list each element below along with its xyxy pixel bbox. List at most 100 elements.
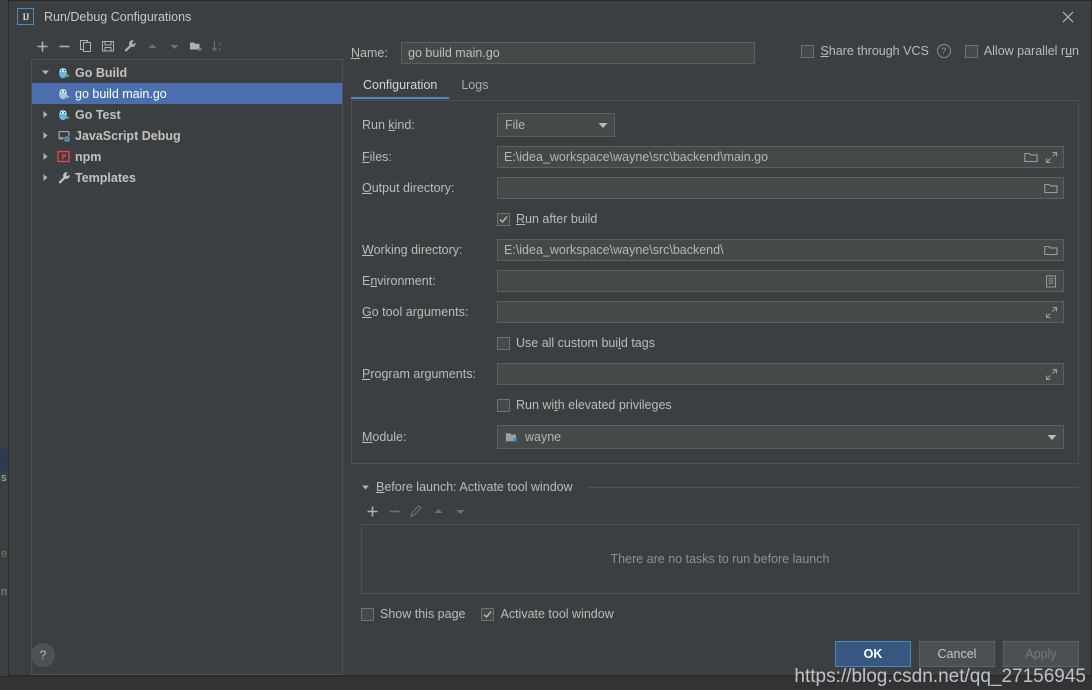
- checkbox-box: [964, 44, 978, 58]
- module-value: wayne: [525, 430, 562, 444]
- expand-icon[interactable]: [1043, 304, 1059, 320]
- use-all-custom-build-tags-checkbox[interactable]: Use all custom build tags: [497, 336, 655, 350]
- tree-item-label: Go Build: [75, 65, 128, 80]
- show-this-page-label: Show this page: [380, 607, 466, 621]
- folder-icon[interactable]: [1023, 149, 1039, 165]
- svg-text:z: z: [218, 47, 221, 53]
- chevron-down-icon[interactable]: [361, 483, 370, 492]
- arrow-up-icon[interactable]: [141, 35, 163, 57]
- tree-item-label: npm: [75, 149, 102, 164]
- run-kind-dropdown[interactable]: File: [497, 113, 615, 137]
- intellij-logo-icon: IJ: [17, 8, 34, 25]
- remove-icon[interactable]: [383, 500, 405, 522]
- tree-item-label: Templates: [75, 170, 136, 185]
- name-label: Name:: [351, 46, 388, 60]
- wrench-icon[interactable]: [119, 35, 141, 57]
- ok-button[interactable]: OK: [835, 641, 911, 667]
- chevron-right-icon[interactable]: [36, 131, 54, 140]
- edit-pencil-icon[interactable]: [405, 500, 427, 522]
- configurations-tree[interactable]: Go Build go build main.go Go Test JavaSc…: [31, 59, 343, 675]
- files-input[interactable]: E:\idea_workspace\wayne\src\backend\main…: [497, 146, 1064, 168]
- go-gopher-icon: [54, 108, 73, 122]
- expand-icon[interactable]: [1043, 366, 1059, 382]
- module-dropdown[interactable]: wayne: [497, 425, 1064, 449]
- go-tool-arguments-row: Go tool arguments:: [362, 301, 1064, 323]
- dialog-body: a z Go Build go build main.go Go Test Ja…: [9, 33, 1091, 675]
- add-icon[interactable]: [361, 500, 383, 522]
- environment-label: Environment:: [362, 274, 436, 288]
- go-gopher-icon: [54, 87, 73, 101]
- name-input-value: go build main.go: [408, 46, 500, 60]
- tree-item-go-build-main-go[interactable]: go build main.go: [32, 83, 342, 104]
- files-label: Files:: [362, 150, 392, 164]
- tree-item-label: Go Test: [75, 107, 121, 122]
- remove-icon[interactable]: [53, 35, 75, 57]
- run-debug-configurations-dialog: IJ Run/Debug Configurations a z Go Build…: [8, 0, 1092, 676]
- working-directory-label: Working directory:: [362, 243, 463, 257]
- run-with-elevated-privileges-label: Run with elevated privileges: [516, 398, 672, 412]
- help-button[interactable]: ?: [31, 643, 55, 667]
- tree-item-javascript-debug[interactable]: JavaScript Debug: [32, 125, 342, 146]
- use-all-custom-build-tags-row: Use all custom build tags: [362, 332, 1064, 354]
- configuration-form: Run kind: File Files: E:\idea_workspace\…: [351, 100, 1079, 464]
- use-all-custom-build-tags-label: Use all custom build tags: [516, 336, 655, 350]
- save-icon[interactable]: [97, 35, 119, 57]
- tree-item-go-build[interactable]: Go Build: [32, 62, 342, 83]
- program-arguments-label: Program arguments:: [362, 367, 476, 381]
- expand-icon[interactable]: [1043, 149, 1059, 165]
- arrow-down-icon[interactable]: [449, 500, 471, 522]
- copy-icon[interactable]: [75, 35, 97, 57]
- run-with-elevated-privileges-checkbox[interactable]: Run with elevated privileges: [497, 398, 672, 412]
- close-icon[interactable]: [1045, 1, 1091, 33]
- arrow-up-icon[interactable]: [427, 500, 449, 522]
- environment-input[interactable]: [497, 270, 1064, 292]
- tree-item-go-test[interactable]: Go Test: [32, 104, 342, 125]
- run-after-build-row: Run after build: [362, 208, 1064, 230]
- tree-item-npm[interactable]: npm: [32, 146, 342, 167]
- run-after-build-checkbox[interactable]: Run after build: [497, 212, 597, 226]
- activate-tool-window-checkbox[interactable]: Activate tool window: [481, 607, 614, 621]
- go-gopher-icon: [54, 66, 73, 80]
- chevron-right-icon[interactable]: [36, 110, 54, 119]
- working-directory-value: E:\idea_workspace\wayne\src\backend\: [504, 243, 724, 257]
- chevron-right-icon[interactable]: [36, 152, 54, 161]
- cancel-button[interactable]: Cancel: [919, 641, 995, 667]
- tree-item-label: go build main.go: [75, 86, 167, 101]
- show-this-page-checkbox[interactable]: Show this page: [361, 607, 465, 621]
- new-folder-icon[interactable]: [185, 35, 207, 57]
- wrench-icon: [54, 171, 73, 185]
- dialog-options: Share through VCS ? Allow parallel run: [801, 44, 1079, 58]
- run-kind-value: File: [505, 118, 526, 132]
- allow-parallel-run-checkbox[interactable]: Allow parallel run: [964, 44, 1079, 58]
- run-kind-label: Run kind:: [362, 118, 415, 132]
- tab-logs[interactable]: Logs: [449, 78, 500, 99]
- tree-item-templates[interactable]: Templates: [32, 167, 342, 188]
- module-label: Module:: [362, 430, 407, 444]
- list-icon[interactable]: [1043, 273, 1059, 289]
- checkbox-box: [497, 336, 510, 350]
- checkbox-box: [801, 44, 815, 58]
- apply-button[interactable]: Apply: [1003, 641, 1079, 667]
- share-through-vcs-checkbox[interactable]: Share through VCS: [801, 44, 929, 58]
- before-launch-task-list[interactable]: There are no tasks to run before launch: [361, 524, 1079, 594]
- program-arguments-input[interactable]: [497, 363, 1064, 385]
- folder-icon[interactable]: [1043, 180, 1059, 196]
- chevron-down-icon[interactable]: [36, 68, 54, 77]
- before-launch-title: Before launch: Activate tool window: [376, 480, 573, 494]
- name-input[interactable]: go build main.go: [401, 42, 755, 64]
- before-launch-header: Before launch: Activate tool window: [351, 480, 1079, 494]
- folder-icon[interactable]: [1043, 242, 1059, 258]
- add-icon[interactable]: [31, 35, 53, 57]
- arrow-down-icon[interactable]: [163, 35, 185, 57]
- help-icon[interactable]: ?: [936, 44, 951, 58]
- go-tool-arguments-input[interactable]: [497, 301, 1064, 323]
- configurations-tree-pane: a z Go Build go build main.go Go Test Ja…: [9, 33, 343, 675]
- environment-row: Environment:: [362, 270, 1064, 292]
- tab-configuration[interactable]: Configuration: [351, 78, 450, 99]
- allow-parallel-run-label: Allow parallel run: [983, 44, 1079, 58]
- sort-alphabetically-icon[interactable]: a z: [207, 35, 229, 57]
- npm-icon: [54, 150, 73, 163]
- working-directory-input[interactable]: E:\idea_workspace\wayne\src\backend\: [497, 239, 1064, 261]
- output-directory-input[interactable]: [497, 177, 1064, 199]
- chevron-right-icon[interactable]: [36, 173, 54, 182]
